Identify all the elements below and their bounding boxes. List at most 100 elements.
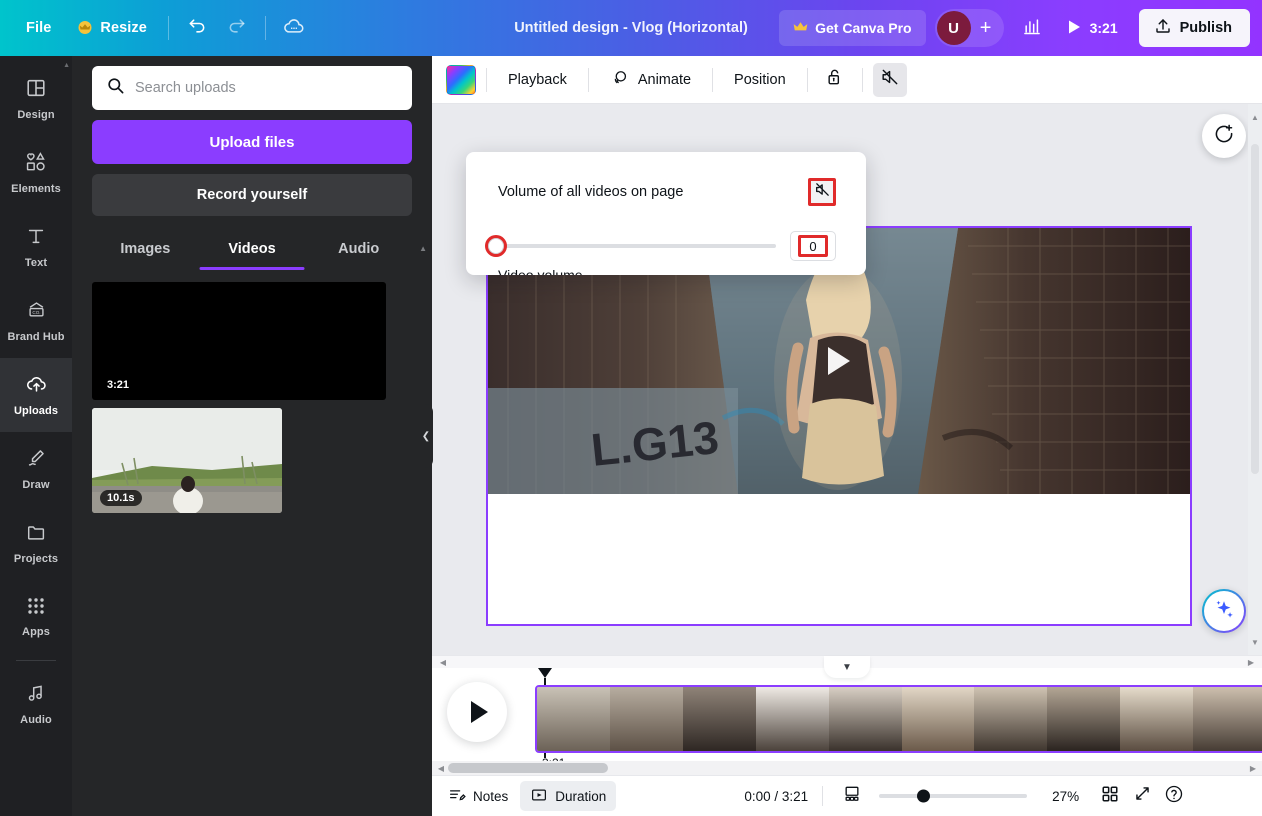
undo-button[interactable]	[178, 10, 216, 46]
playhead-marker[interactable]	[538, 668, 552, 678]
sidebar-item-uploads[interactable]: Uploads	[0, 358, 72, 432]
scroll-up-icon[interactable]: ▲	[1248, 110, 1262, 124]
get-canva-pro-button[interactable]: Get Canva Pro	[779, 10, 926, 46]
avatar[interactable]: U	[936, 11, 971, 45]
sidebar-item-design[interactable]: Design	[0, 62, 72, 136]
upload-files-button[interactable]: Upload files	[92, 120, 412, 164]
redo-button[interactable]	[218, 10, 256, 46]
resize-label: Resize	[100, 20, 147, 36]
preview-play-button[interactable]: 3:21	[1054, 10, 1130, 46]
scrollbar-thumb[interactable]	[1251, 144, 1259, 474]
zoom-slider[interactable]	[879, 789, 1028, 803]
timeline-bottom-scrollbar[interactable]: ◀ ▶	[432, 761, 1262, 775]
add-collaborator-button[interactable]: +	[971, 13, 1001, 43]
duration-button[interactable]: Duration	[520, 781, 617, 811]
zoom-slider-handle[interactable]	[917, 789, 931, 803]
film-frame	[755, 687, 829, 751]
position-button[interactable]: Position	[723, 63, 797, 97]
scroll-left-icon[interactable]: ◀	[434, 761, 448, 775]
chevron-left-icon: ❮	[421, 430, 431, 442]
get-canva-pro-label: Get Canva Pro	[815, 20, 912, 36]
magic-sparkle-icon	[1213, 598, 1235, 625]
add-comment-button[interactable]	[1202, 114, 1246, 158]
canvas-vertical-scrollbar[interactable]: ▲ ▼	[1248, 104, 1262, 655]
divider	[861, 67, 863, 92]
document-title-text[interactable]: Untitled design - Vlog (Horizontal)	[504, 15, 758, 41]
sidebar-item-text[interactable]: Text	[0, 210, 72, 284]
panel-scrollbar[interactable]: ▲	[419, 244, 429, 756]
sidebar-item-brand-hub[interactable]: CO. Brand Hub	[0, 284, 72, 358]
sidebar-item-apps[interactable]: Apps	[0, 580, 72, 654]
sidebar-item-audio[interactable]: Audio	[0, 667, 72, 741]
apps-grid-icon	[26, 596, 46, 621]
crown-icon	[77, 20, 93, 36]
tab-videos[interactable]: Videos	[199, 232, 306, 270]
duration-icon	[530, 786, 548, 807]
volume-slider-handle[interactable]	[485, 235, 507, 257]
video-play-icon[interactable]	[828, 347, 850, 375]
fullscreen-button[interactable]	[1127, 781, 1157, 811]
collapse-panel-button[interactable]: ❮	[419, 404, 433, 468]
volume-value-input[interactable]	[798, 235, 828, 257]
sidebar-item-elements[interactable]: Elements	[0, 136, 72, 210]
top-bar-right: Get Canva Pro U + 3:21 Publish	[779, 9, 1262, 47]
search-input[interactable]	[135, 80, 398, 96]
animate-button[interactable]: Animate	[599, 63, 702, 97]
playback-button[interactable]: Playback	[497, 63, 578, 97]
sidebar-label: Design	[17, 109, 55, 121]
zoom-percent-label: 27%	[1052, 788, 1080, 804]
divider	[806, 67, 808, 92]
tab-images[interactable]: Images	[92, 232, 199, 270]
help-button[interactable]	[1159, 781, 1189, 811]
publish-button[interactable]: Publish	[1138, 9, 1250, 47]
sidebar-item-draw[interactable]: Draw	[0, 432, 72, 506]
scroll-up-icon[interactable]: ▲	[419, 244, 427, 253]
timeline-clip[interactable]	[535, 685, 1262, 753]
tab-audio[interactable]: Audio	[305, 232, 412, 270]
search-uploads-field[interactable]	[92, 66, 412, 110]
thumbnail-duration-badge: 3:21	[100, 377, 137, 393]
tab-label: Videos	[228, 241, 276, 257]
time-display: 0:00 / 3:21	[744, 788, 809, 804]
magic-studio-button[interactable]	[1202, 589, 1246, 633]
scroll-left-icon[interactable]: ◀	[436, 655, 450, 669]
volume-slider[interactable]	[485, 235, 776, 257]
sidebar-label: Draw	[22, 479, 50, 491]
scroll-down-icon[interactable]: ▼	[1248, 635, 1262, 649]
projects-folder-icon	[25, 521, 48, 548]
divider	[264, 16, 266, 40]
notes-button[interactable]: Notes	[438, 781, 518, 811]
design-page[interactable]: L.G13	[486, 226, 1192, 626]
scroll-right-icon[interactable]: ▶	[1244, 655, 1258, 669]
sidebar-label: Projects	[13, 553, 59, 565]
undo-icon	[187, 16, 207, 41]
file-menu-button[interactable]: File	[14, 10, 63, 46]
upload-thumbnail-video-1[interactable]: 3:21	[92, 282, 386, 400]
timeline-play-button[interactable]	[447, 682, 507, 742]
timeline-collapse-button[interactable]: ▼	[824, 656, 870, 678]
record-yourself-button[interactable]: Record yourself	[92, 174, 412, 216]
volume-header-row: Volume of all videos on page	[498, 178, 836, 206]
sidebar-item-projects[interactable]: Projects	[0, 506, 72, 580]
mute-toggle-button[interactable]	[872, 62, 907, 97]
insights-button[interactable]	[1013, 10, 1051, 46]
cloud-save-button[interactable]	[275, 10, 313, 46]
publish-upload-icon	[1154, 17, 1172, 39]
publish-label: Publish	[1179, 20, 1232, 36]
film-frame	[682, 687, 756, 751]
fullscreen-icon	[1133, 784, 1152, 808]
color-swatch[interactable]	[446, 64, 476, 95]
volume-value-box[interactable]	[790, 231, 836, 261]
page-view-button[interactable]	[837, 781, 867, 811]
resize-button[interactable]: Resize	[65, 10, 159, 46]
lock-button[interactable]	[818, 63, 852, 97]
volume-mute-button[interactable]	[808, 178, 836, 206]
search-icon	[106, 76, 125, 100]
scroll-right-icon[interactable]: ▶	[1246, 761, 1260, 775]
scrollbar-thumb[interactable]	[448, 763, 608, 773]
bottom-bar: Notes Duration 0:00 / 3:21 27%	[432, 775, 1262, 816]
upload-thumbnail-video-2[interactable]: 10.1s	[92, 408, 282, 513]
divider	[587, 67, 589, 92]
grid-view-button[interactable]	[1095, 781, 1125, 811]
canvas-viewport[interactable]: L.G13 ▲ ▼ Volume of all videos on page 0…	[432, 104, 1262, 655]
